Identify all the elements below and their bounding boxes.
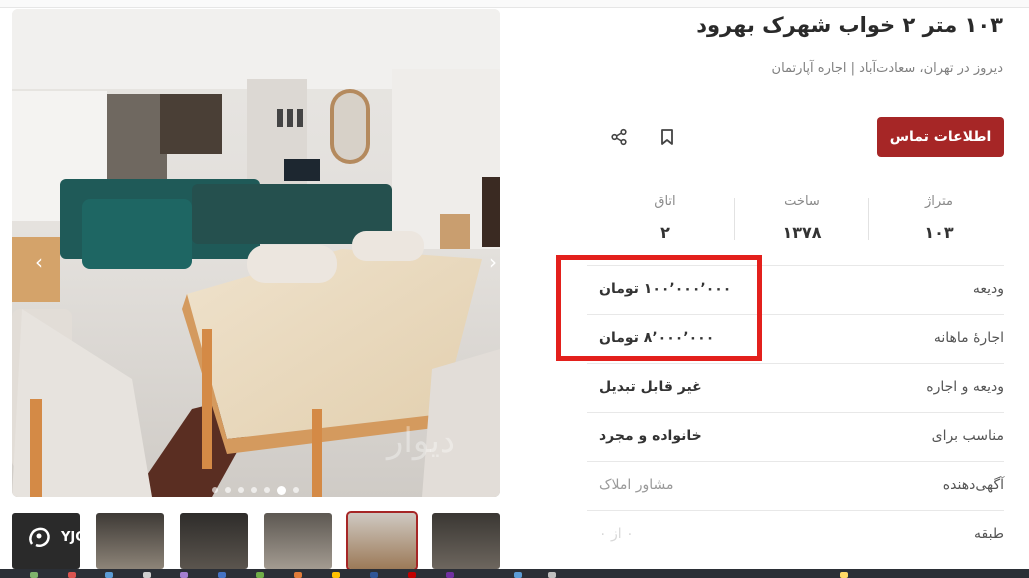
stat-year-built: ساخت ۱۳۷۸ [737, 190, 867, 246]
thumbnail[interactable] [264, 513, 332, 569]
detail-row-floor: طبقه ۰ از ۰ [587, 510, 1004, 559]
taskbar-app-icon[interactable] [408, 572, 416, 578]
thumbnail[interactable] [432, 513, 500, 569]
listing-stats: متراژ ۱۰۳ ساخت ۱۳۷۸ اتاق ۲ [600, 190, 1004, 246]
thumbnail-active[interactable] [346, 511, 418, 571]
detail-label: اجارهٔ ماهانه [933, 330, 1004, 346]
listing-title: ۱۰۳ متر ۲ خواب شهرک بهرود [696, 13, 1003, 37]
stat-value: ۱۳۷۸ [782, 223, 822, 242]
detail-row-suitable-for: مناسب برای خانواده و مجرد [587, 412, 1004, 461]
detail-row-convertible: ودیعه و اجاره غیر قابل تبدیل [587, 363, 1004, 412]
detail-label: طبقه [974, 526, 1004, 542]
detail-label: آگهی‌دهنده [942, 477, 1004, 493]
detail-row-advertiser: آگهی‌دهنده مشاور املاک [587, 461, 1004, 510]
pagination-dot[interactable] [264, 487, 270, 493]
taskbar-app-icon[interactable] [143, 572, 151, 578]
detail-label: مناسب برای [931, 428, 1004, 444]
pagination-dot[interactable] [251, 487, 257, 493]
stat-area: متراژ ۱۰۳ [874, 190, 1004, 246]
pagination-dot[interactable] [293, 487, 299, 493]
yjc-logo-icon [22, 520, 56, 554]
listing-photo[interactable]: ‹ › دیوار [12, 9, 500, 497]
share-icon[interactable] [608, 126, 630, 148]
detail-value: غیر قابل تبدیل [599, 379, 702, 395]
pagination-dot[interactable] [212, 487, 218, 493]
taskbar-app-icon[interactable] [294, 572, 302, 578]
taskbar-app-icon[interactable] [370, 572, 378, 578]
taskbar-app-icon[interactable] [180, 572, 188, 578]
stat-label: ساخت [784, 194, 820, 209]
pagination-dot-active[interactable] [277, 486, 286, 495]
photo-watermark: دیوار [387, 421, 456, 461]
detail-label: ودیعه و اجاره [926, 379, 1004, 395]
stat-value: ۱۰۳ [924, 223, 954, 242]
detail-value: مشاور املاک [599, 477, 674, 493]
stat-label: متراژ [925, 194, 953, 209]
stat-divider [734, 198, 735, 240]
taskbar-app-icon[interactable] [514, 572, 522, 578]
bookmark-icon[interactable] [656, 126, 678, 148]
detail-label: ودیعه [972, 281, 1004, 297]
next-photo-button[interactable]: › [482, 249, 500, 275]
stat-value: ۲ [660, 223, 670, 242]
stat-label: اتاق [654, 194, 676, 209]
stat-rooms: اتاق ۲ [600, 190, 730, 246]
taskbar-app-icon[interactable] [256, 572, 264, 578]
photo-pagination-dots [212, 486, 299, 495]
listing-subtitle: دیروز در تهران، سعادت‌آباد | اجاره آپارت… [771, 61, 1003, 76]
stat-divider [868, 198, 869, 240]
thumbnail[interactable] [180, 513, 248, 569]
browser-top-strip [0, 0, 1029, 8]
pagination-dot[interactable] [238, 487, 244, 493]
taskbar-app-icon[interactable] [548, 572, 556, 578]
previous-photo-button[interactable]: ‹ [28, 249, 50, 275]
taskbar-app-icon[interactable] [105, 572, 113, 578]
detail-value: ۰ از ۰ [599, 526, 634, 542]
detail-value: خانواده و مجرد [599, 428, 702, 444]
taskbar-app-icon[interactable] [218, 572, 226, 578]
contact-info-button[interactable]: اطلاعات تماس [877, 117, 1004, 157]
pagination-dot[interactable] [225, 487, 231, 493]
thumbnail[interactable] [96, 513, 164, 569]
yjc-label: YJC [61, 529, 85, 545]
price-highlight-box [556, 255, 762, 361]
taskbar-app-icon[interactable] [446, 572, 454, 578]
yjc-watermark: YJC [22, 520, 85, 554]
taskbar-app-icon[interactable] [68, 572, 76, 578]
taskbar-app-icon[interactable] [332, 572, 340, 578]
taskbar-app-icon[interactable] [30, 572, 38, 578]
taskbar-weather-icon[interactable] [840, 572, 848, 578]
